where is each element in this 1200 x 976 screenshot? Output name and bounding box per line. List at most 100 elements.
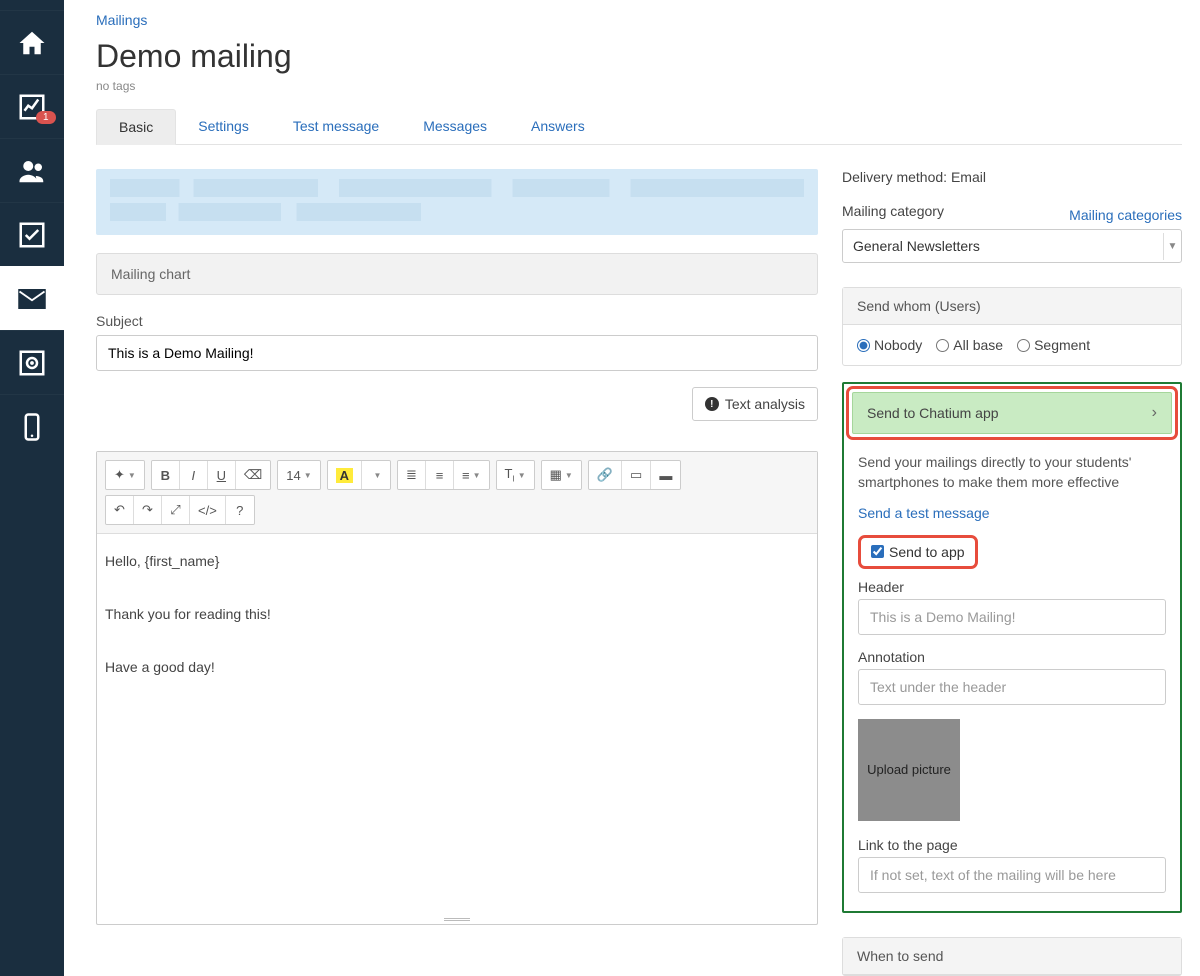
code-icon: </>: [198, 503, 217, 518]
annotation-input[interactable]: [858, 669, 1166, 705]
tab-test-message[interactable]: Test message: [271, 109, 401, 144]
redo-icon: ↷: [142, 502, 153, 518]
rich-text-editor: ✦▼ B I U ⌫ 14▼ A ▼: [96, 451, 818, 925]
mailing-chart-panel[interactable]: Mailing chart: [96, 253, 818, 295]
upload-picture-button[interactable]: Upload picture: [858, 719, 960, 821]
toolbar-redo[interactable]: ↷: [134, 496, 162, 524]
chevron-down-icon: ▼: [1163, 233, 1181, 260]
tabs: Basic Settings Test message Messages Ans…: [96, 109, 1182, 145]
send-to-app-checkbox[interactable]: [871, 545, 884, 558]
toolbar-fontcolor-more[interactable]: ▼: [362, 461, 390, 489]
toolbar-table[interactable]: ▦▼: [542, 461, 581, 489]
subject-label: Subject: [96, 313, 818, 329]
category-selected: General Newsletters: [853, 238, 980, 254]
radio-nobody[interactable]: Nobody: [857, 337, 922, 353]
link-to-page-input[interactable]: [858, 857, 1166, 893]
users-icon: [17, 156, 47, 186]
editor-body[interactable]: Hello, {first_name} Thank you for readin…: [97, 534, 817, 914]
main-content: Mailings Demo mailing no tags Basic Sett…: [64, 0, 1200, 976]
table-icon: ▦: [550, 467, 562, 483]
underline-icon: U: [217, 468, 226, 483]
toolbar-italic[interactable]: I: [180, 461, 208, 489]
toolbar-ol[interactable]: ≡: [426, 461, 454, 489]
sidebar-item-mailings[interactable]: [0, 266, 64, 330]
chatium-header-input[interactable]: [858, 599, 1166, 635]
delivery-value: Email: [951, 169, 986, 185]
toolbar-fullscreen[interactable]: ⤢: [162, 496, 190, 524]
link-icon: 🔗: [597, 467, 613, 483]
send-whom-card: Send whom (Users) Nobody All base Segmen…: [842, 287, 1182, 366]
bold-icon: B: [161, 468, 170, 483]
send-test-message-link[interactable]: Send a test message: [858, 505, 1166, 521]
chatium-desc: Send your mailings directly to your stud…: [858, 452, 1166, 493]
sidebar-item-users[interactable]: [0, 138, 64, 202]
sidebar-item-tasks[interactable]: [0, 202, 64, 266]
radio-allbase[interactable]: All base: [936, 337, 1003, 353]
sidebar: 1: [0, 0, 64, 976]
sidebar-item-mobile[interactable]: [0, 394, 64, 458]
mailing-category-select[interactable]: General Newsletters ▼: [842, 229, 1182, 263]
mailing-category-label: Mailing category: [842, 203, 944, 219]
text-analysis-button[interactable]: ! Text analysis: [692, 387, 818, 421]
editor-line: Thank you for reading this!: [105, 601, 809, 628]
breadcrumb-mailings[interactable]: Mailings: [96, 12, 147, 28]
sidebar-item-stats[interactable]: 1: [0, 74, 64, 138]
list-ol-icon: ≡: [436, 468, 444, 483]
text-color-icon: A: [336, 468, 353, 483]
toolbar-undo[interactable]: ↶: [106, 496, 134, 524]
align-icon: ≡: [462, 468, 470, 483]
editor-resize-handle[interactable]: [97, 914, 817, 924]
chatium-header-label: Header: [858, 579, 1166, 595]
tab-basic[interactable]: Basic: [96, 109, 176, 145]
sidebar-item-home[interactable]: [0, 10, 64, 74]
toolbar-clear[interactable]: ⌫: [236, 461, 270, 489]
safe-icon: [17, 348, 47, 378]
toolbar-ul[interactable]: ≣: [398, 461, 426, 489]
chatium-panel: Send to Chatium app › Send your mailings…: [842, 382, 1182, 913]
tab-messages[interactable]: Messages: [401, 109, 509, 144]
mailing-categories-link[interactable]: Mailing categories: [1069, 207, 1182, 223]
send-to-app-checkbox-wrap[interactable]: Send to app: [858, 535, 978, 569]
sidebar-item-vault[interactable]: [0, 330, 64, 394]
subject-input[interactable]: [96, 335, 818, 371]
tab-settings[interactable]: Settings: [176, 109, 271, 144]
info-icon: !: [705, 397, 719, 411]
upload-picture-label: Upload picture: [867, 762, 951, 777]
chatium-header-row[interactable]: Send to Chatium app ›: [852, 392, 1172, 434]
checkbox-icon: [17, 220, 47, 250]
page-tags[interactable]: no tags: [96, 79, 1182, 93]
annotation-label: Annotation: [858, 649, 1166, 665]
mail-icon: [17, 284, 47, 314]
chevron-right-icon: ›: [1152, 404, 1157, 422]
text-type-icon: TI: [505, 466, 515, 484]
expand-icon: ⤢: [170, 502, 180, 518]
editor-line: Have a good day!: [105, 654, 809, 681]
font-size-label: 14: [286, 468, 300, 483]
tab-answers[interactable]: Answers: [509, 109, 607, 144]
link-to-page-label: Link to the page: [858, 837, 1166, 853]
toolbar-link[interactable]: 🔗: [589, 461, 622, 489]
toolbar-fontsize[interactable]: 14▼: [278, 461, 319, 489]
when-to-send-header[interactable]: When to send: [843, 938, 1181, 975]
toolbar-video[interactable]: ▬: [651, 461, 680, 489]
toolbar-texttype[interactable]: TI▼: [497, 461, 534, 489]
delivery-label: Delivery method:: [842, 169, 951, 185]
toolbar-image[interactable]: ▭: [622, 461, 651, 489]
page-title: Demo mailing: [96, 38, 1182, 75]
chatium-title: Send to Chatium app: [867, 405, 999, 421]
editor-line: Hello, {first_name}: [105, 548, 809, 575]
when-to-send-card: When to send: [842, 937, 1182, 976]
toolbar-code[interactable]: </>: [190, 496, 226, 524]
eraser-icon: ⌫: [244, 467, 262, 483]
editor-toolbar: ✦▼ B I U ⌫ 14▼ A ▼: [97, 452, 817, 534]
image-icon: ▭: [630, 467, 642, 483]
toolbar-help[interactable]: ?: [226, 496, 254, 524]
phone-icon: [17, 412, 47, 442]
toolbar-fontcolor[interactable]: A: [328, 461, 362, 489]
video-icon: ▬: [659, 468, 672, 483]
radio-segment[interactable]: Segment: [1017, 337, 1090, 353]
toolbar-underline[interactable]: U: [208, 461, 236, 489]
toolbar-align[interactable]: ≡▼: [454, 461, 489, 489]
toolbar-bold[interactable]: B: [152, 461, 180, 489]
toolbar-magic[interactable]: ✦▼: [106, 461, 144, 489]
